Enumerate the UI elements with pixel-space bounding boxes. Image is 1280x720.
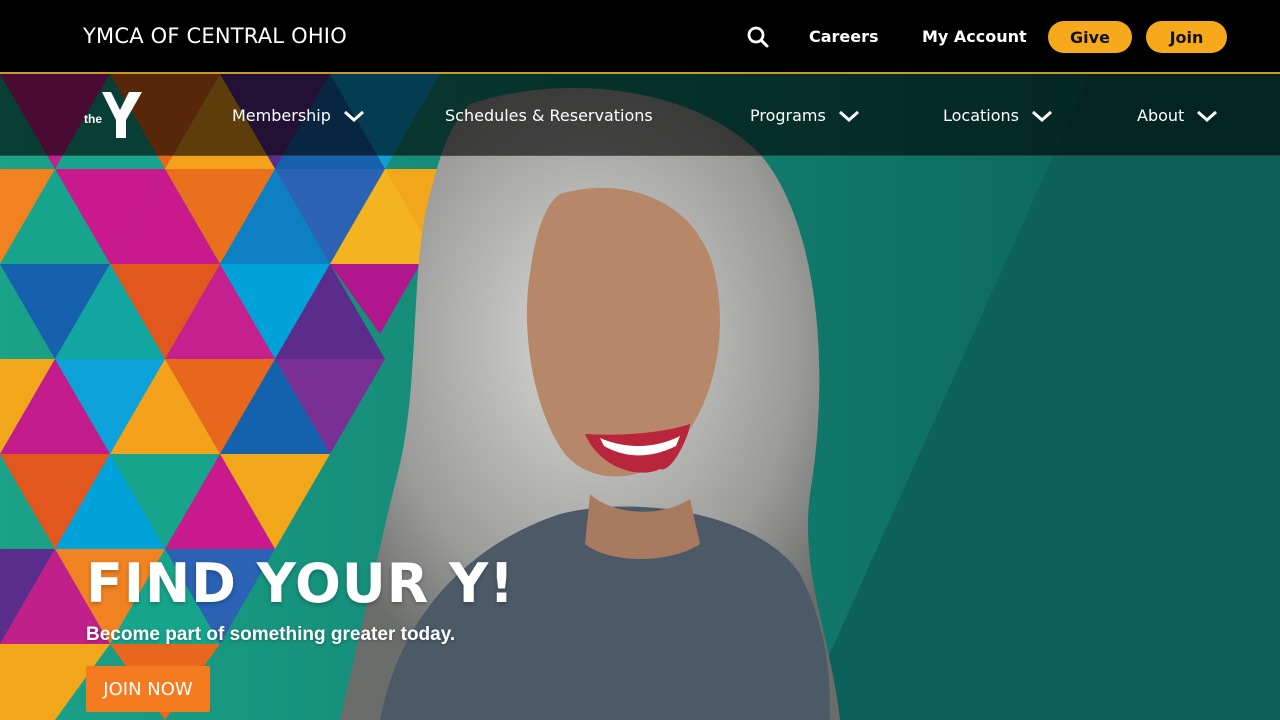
nav-locations-label: Locations [943, 106, 1020, 125]
nav-programs[interactable]: Programs [750, 106, 860, 125]
hero-subtitle: Become part of something greater today. [86, 624, 456, 645]
chevron-down-icon [838, 110, 859, 122]
top-bar: YMCA OF CENTRAL OHIO Careers My Account … [0, 0, 1280, 74]
nav-membership[interactable]: Membership [232, 106, 365, 125]
nav-locations[interactable]: Locations [943, 106, 1053, 125]
chevron-down-icon [1032, 110, 1053, 122]
chevron-down-icon [1197, 110, 1218, 122]
search-icon[interactable] [746, 25, 770, 49]
careers-link[interactable]: Careers [809, 27, 879, 46]
ymca-logo[interactable]: the [84, 90, 146, 140]
join-now-button[interactable]: JOIN NOW [86, 666, 210, 712]
give-button[interactable]: Give [1048, 21, 1132, 53]
hero-title: FIND YOUR Y! [86, 552, 515, 615]
nav-about-label: About [1137, 106, 1185, 125]
nav-programs-label: Programs [750, 106, 826, 125]
nav-membership-label: Membership [232, 106, 331, 125]
main-navigation: the Membership Schedules & Reservations … [0, 74, 1280, 156]
chevron-down-icon [343, 110, 364, 122]
my-account-link[interactable]: My Account [922, 27, 1027, 46]
site-brand[interactable]: YMCA OF CENTRAL OHIO [83, 24, 347, 48]
nav-about[interactable]: About [1137, 106, 1218, 125]
join-button[interactable]: Join [1146, 21, 1227, 53]
svg-text:the: the [84, 112, 102, 126]
nav-schedules-label: Schedules & Reservations [445, 106, 653, 125]
hero-banner: the Membership Schedules & Reservations … [0, 74, 1280, 720]
nav-schedules-reservations[interactable]: Schedules & Reservations [445, 106, 653, 125]
